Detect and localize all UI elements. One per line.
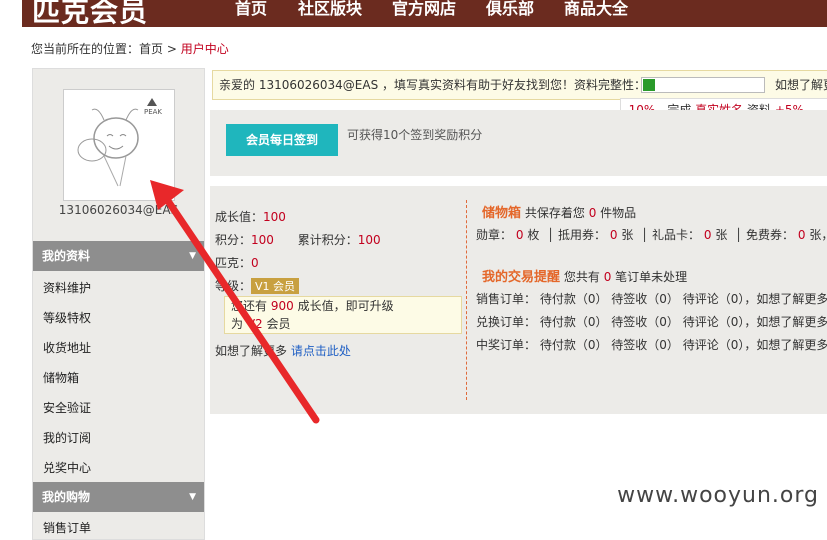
- sidebar-item-address[interactable]: 收货地址: [43, 339, 91, 356]
- daily-signin-button[interactable]: 会员每日签到: [226, 124, 338, 156]
- breadcrumb-home[interactable]: 首页: [139, 42, 163, 56]
- nav-community[interactable]: 社区版块: [298, 0, 362, 19]
- notice-more-link[interactable]: 如想了解更: [775, 71, 827, 99]
- caret-down-icon: ▼: [189, 492, 196, 502]
- order-summary: 我的交易提醒 您共有 0 笔订单未处理: [482, 266, 687, 285]
- sidebar-item-security[interactable]: 安全验证: [43, 399, 91, 416]
- nav-official-store[interactable]: 官方网店: [392, 0, 456, 19]
- total-points-label: 累计积分：: [297, 233, 358, 247]
- level-badge: V1 会员: [251, 278, 300, 294]
- upgrade-hint: 您还有 900 成长值，即可升级 为 V2 会员: [224, 296, 462, 334]
- freecoupon-unit: 张，如: [809, 228, 827, 242]
- points-row: 积分：100 累计积分：100: [215, 231, 381, 248]
- breadcrumb-current: 用户中心: [180, 42, 229, 56]
- breadcrumb-prefix: 您当前所在的位置：: [31, 42, 140, 56]
- order-row-prize[interactable]: 中奖订单： 待付款（0） 待签收（0） 待评论（0），如想了解更多: [476, 336, 827, 353]
- peak-label: 匹克：: [215, 256, 252, 270]
- points-label: 积分：: [215, 233, 252, 247]
- sidebar-item-subscriptions[interactable]: 我的订阅: [43, 429, 91, 446]
- username: 13106026034@EAS: [58, 203, 179, 217]
- order-row-status: 待付款（0） 待签收（0） 待评论（0），如想了解更多: [539, 338, 827, 352]
- hint-level: V2: [246, 317, 263, 331]
- orders-count: 0: [603, 270, 612, 284]
- section-my-shopping[interactable]: 我的购物 ▼: [33, 482, 204, 512]
- signin-panel: 会员每日签到 可获得10个签到奖励积分: [210, 110, 827, 176]
- level-label: 等级：: [215, 279, 252, 293]
- sidebar-item-profile[interactable]: 资料维护: [43, 279, 91, 296]
- breadcrumb: 您当前所在的位置：首页 > 用户中心: [31, 40, 229, 57]
- notice-text: 亲爱的 13106026034@EAS ，填写真实资料有助于好友找到您！资料完整…: [219, 78, 647, 92]
- storage-desc-b: 件物品: [600, 206, 637, 220]
- profile-completeness-notice: 亲爱的 13106026034@EAS ，填写真实资料有助于好友找到您！资料完整…: [212, 70, 827, 100]
- giftcard-unit: 张: [715, 228, 728, 242]
- main-content: 亲爱的 13106026034@EAS ，填写真实资料有助于好友找到您！资料完整…: [210, 68, 827, 528]
- order-row-label: 销售订单：: [476, 292, 537, 306]
- member-info-panel: 成长值：100 积分：100 累计积分：100 匹克：0 等级： V1 会员 您还…: [210, 186, 827, 414]
- order-row-sales[interactable]: 销售订单： 待付款（0） 待签收（0） 待评论（0），如想了解更多: [476, 290, 827, 307]
- hint-text-c: 为: [231, 317, 244, 331]
- more-text: 如想了解更多: [215, 344, 288, 358]
- giftcard-label: 礼品卡：: [652, 228, 701, 242]
- click-here-link[interactable]: 请点击此处: [291, 344, 351, 358]
- total-points-value: 100: [357, 233, 381, 247]
- hint-text-b: 成长值，即可升级: [297, 299, 394, 313]
- site-logo[interactable]: 匹克会员: [32, 0, 148, 27]
- svg-text:PEAK: PEAK: [144, 108, 162, 116]
- progress-fill: [643, 79, 655, 91]
- signin-note: 可获得10个签到奖励积分: [347, 128, 483, 142]
- section-title: 我的资料: [42, 249, 91, 263]
- medal-count: 0: [515, 228, 524, 242]
- orders-title[interactable]: 我的交易提醒: [482, 270, 560, 285]
- order-row-exchange[interactable]: 兑换订单： 待付款（0） 待签收（0） 待评论（0），如想了解更多: [476, 313, 827, 330]
- coupon-unit: 张: [621, 228, 634, 242]
- hint-number: 900: [270, 299, 294, 313]
- medal-label: 勋章：: [476, 228, 513, 242]
- order-row-label: 兑换订单：: [476, 315, 537, 329]
- freecoupon-label: 免费券：: [746, 228, 795, 242]
- order-row-status: 待付款（0） 待签收（0） 待评论（0），如想了解更多: [539, 292, 827, 306]
- level-row: 等级： V1 会员: [215, 277, 300, 294]
- hint-text-d: 会员: [266, 317, 291, 331]
- order-row-label: 中奖订单：: [476, 338, 537, 352]
- breadcrumb-sep: >: [163, 42, 181, 56]
- sidebar: PEAK 13106026034@EAS 我的资料 ▼ 资料维护 等级特权 收货地…: [32, 68, 205, 540]
- storage-count: 0: [588, 206, 597, 220]
- points-value: 100: [251, 233, 274, 247]
- completeness-progress-bar: [641, 77, 765, 93]
- watermark: www.wooyun.org: [617, 483, 819, 508]
- sidebar-item-redeem[interactable]: 兑奖中心: [43, 459, 91, 476]
- divider: [466, 200, 467, 400]
- more-row: 如想了解更多 请点击此处: [215, 342, 351, 359]
- storage-desc-a: 共保存着您: [524, 206, 585, 220]
- orders-desc-b: 笔订单未处理: [615, 270, 688, 284]
- section-title: 我的购物: [42, 490, 91, 504]
- coupon-count: 0: [609, 228, 618, 242]
- ant-mascot-icon: PEAK: [77, 98, 162, 187]
- orders-desc-a: 您共有: [563, 270, 600, 284]
- nav-products[interactable]: 商品大全: [564, 0, 628, 19]
- order-row-status: 待付款（0） 待签收（0） 待评论（0），如想了解更多: [539, 315, 827, 329]
- nav-club[interactable]: 俱乐部: [486, 0, 534, 19]
- freecoupon-count: 0: [797, 228, 806, 242]
- peak-value: 0: [251, 256, 259, 270]
- sidebar-item-storage[interactable]: 储物箱: [43, 369, 79, 386]
- growth-row: 成长值：100: [215, 208, 286, 225]
- giftcard-count: 0: [703, 228, 712, 242]
- medal-unit: 枚: [527, 228, 540, 242]
- peak-row: 匹克：0: [215, 254, 259, 271]
- storage-summary: 储物箱 共保存着您 0 件物品: [482, 202, 636, 221]
- caret-down-icon: ▼: [189, 251, 196, 261]
- coupon-label: 抵用券：: [558, 228, 607, 242]
- storage-title[interactable]: 储物箱: [482, 206, 521, 221]
- hint-text-a: 您还有: [231, 299, 268, 313]
- storage-detail-line: 勋章： 0 枚 │ 抵用券： 0 张 │ 礼品卡： 0 张 │ 免费券： 0 张…: [476, 226, 827, 243]
- growth-label: 成长值：: [215, 210, 264, 224]
- avatar[interactable]: PEAK: [63, 89, 175, 201]
- growth-value: 100: [263, 210, 286, 224]
- sidebar-item-level-privileges[interactable]: 等级特权: [43, 309, 91, 326]
- nav-home[interactable]: 首页: [235, 0, 267, 19]
- top-nav-bar: 匹克会员 首页 社区版块 官方网店 俱乐部 商品大全: [22, 0, 827, 27]
- section-my-profile[interactable]: 我的资料 ▼: [33, 241, 204, 271]
